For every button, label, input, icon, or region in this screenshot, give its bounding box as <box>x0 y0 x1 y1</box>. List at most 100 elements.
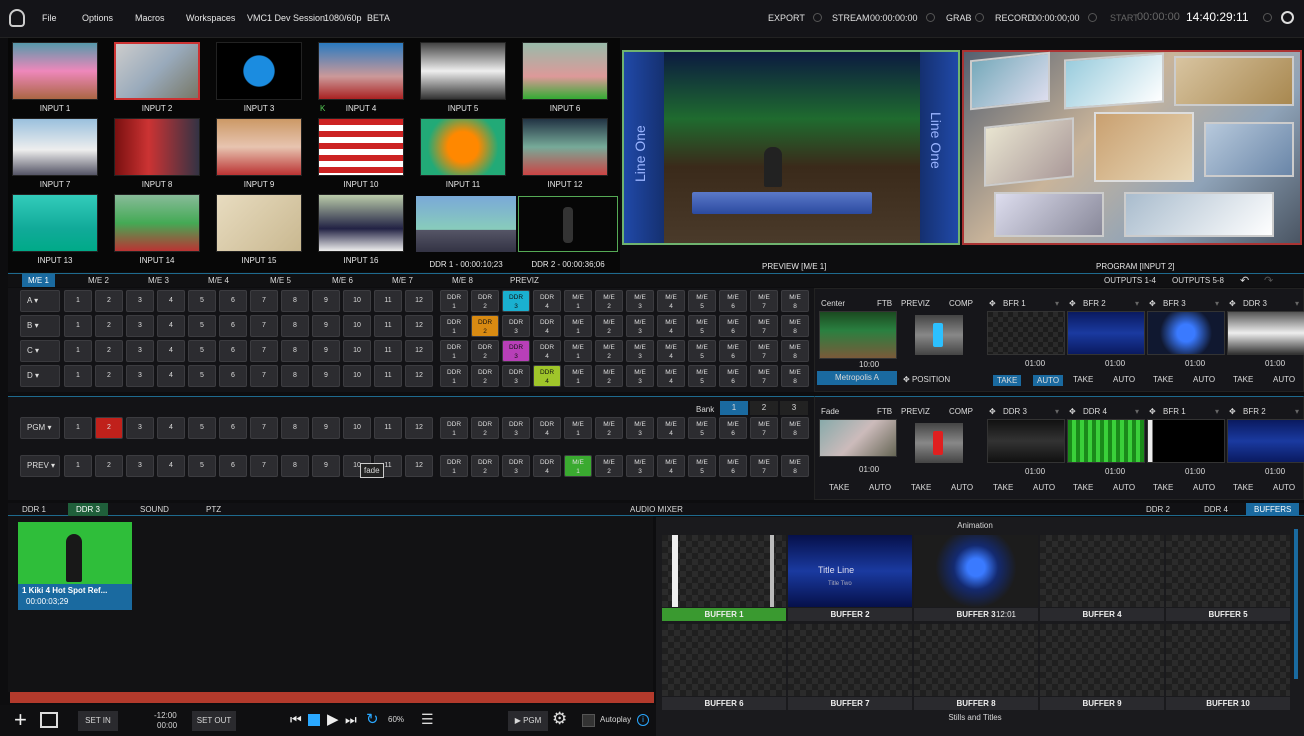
buffer-8-label[interactable]: BUFFER 8 <box>914 697 1038 710</box>
row-a-me-1[interactable]: M/E 1 <box>564 290 592 312</box>
row-a-ddr-2[interactable]: DDR 2 <box>471 290 499 312</box>
row-d-input-12[interactable]: 12 <box>405 365 433 387</box>
bfr-bot-channel-3[interactable]: BFR 1 <box>1163 407 1186 416</box>
bfr-top-channel-4[interactable]: DDR 3 <box>1243 299 1267 308</box>
buffer-3-label[interactable]: BUFFER 3 12:01 <box>914 608 1038 621</box>
row-a-ddr-3[interactable]: DDR 3 <box>502 290 530 312</box>
row-d-input-2[interactable]: 2 <box>95 365 123 387</box>
prev-ddr-4[interactable]: DDR 4 <box>533 455 561 477</box>
stream-button[interactable]: STREAM <box>832 13 870 23</box>
buffer-6-thumb[interactable] <box>662 624 786 696</box>
row-b-input-10[interactable]: 10 <box>343 315 371 337</box>
to-pgm-button[interactable]: ▶ PGM <box>508 711 548 731</box>
autoplay-checkbox[interactable] <box>582 714 595 727</box>
prev-me-6[interactable]: M/E 6 <box>719 455 747 477</box>
row-b-input-2[interactable]: 2 <box>95 315 123 337</box>
row-a-input-12[interactable]: 12 <box>405 290 433 312</box>
row-d-me-7[interactable]: M/E 7 <box>750 365 778 387</box>
bfr-bot-thumb-4[interactable] <box>1227 419 1304 463</box>
main-previz-button[interactable]: PREVIZ <box>901 407 930 416</box>
bfr-top-take-1[interactable]: TAKE <box>993 375 1022 386</box>
pgm-input-9[interactable]: 9 <box>312 417 340 439</box>
main-auto2-button[interactable]: AUTO <box>951 483 973 492</box>
bfr-top-take-4[interactable]: TAKE <box>1233 375 1253 384</box>
row-b-ddr-3[interactable]: DDR 3 <box>502 315 530 337</box>
buffer-5-label[interactable]: BUFFER 5 <box>1166 608 1290 621</box>
input-6-thumb[interactable] <box>522 42 608 100</box>
move-icon[interactable]: ✥ <box>989 299 996 308</box>
buffer-6-label[interactable]: BUFFER 6 <box>662 697 786 710</box>
bfr-top-time-3[interactable]: 01:00 <box>1185 359 1205 368</box>
prev-input-4[interactable]: 4 <box>157 455 185 477</box>
main-mode[interactable]: Fade <box>821 407 839 416</box>
row-a-me-3[interactable]: M/E 3 <box>626 290 654 312</box>
row-d-me-4[interactable]: M/E 4 <box>657 365 685 387</box>
main-transition-thumb[interactable] <box>819 419 897 457</box>
tab-ddr2[interactable]: DDR 2 <box>1146 505 1170 514</box>
prev-ddr-1[interactable]: DDR 1 <box>440 455 468 477</box>
buffer-1-label[interactable]: BUFFER 1 <box>662 608 786 621</box>
bfr-top-thumb-3[interactable] <box>1147 311 1225 355</box>
input-14-thumb[interactable] <box>114 194 200 252</box>
main-ftb-button[interactable]: FTB <box>877 407 892 416</box>
row-d-ddr-4[interactable]: DDR 4 <box>533 365 561 387</box>
bfr-top-time-1[interactable]: 01:00 <box>1025 359 1045 368</box>
chevron-down-icon[interactable]: ▾ <box>1295 407 1299 416</box>
row-c-me-4[interactable]: M/E 4 <box>657 340 685 362</box>
pgm-input-1[interactable]: 1 <box>64 417 92 439</box>
bfr-bot-channel-4[interactable]: BFR 2 <box>1243 407 1266 416</box>
row-c-input-5[interactable]: 5 <box>188 340 216 362</box>
row-c-ddr-3[interactable]: DDR 3 <box>502 340 530 362</box>
row-b-me-6[interactable]: M/E 6 <box>719 315 747 337</box>
row-b-me-7[interactable]: M/E 7 <box>750 315 778 337</box>
buffer-1-thumb[interactable] <box>662 535 786 607</box>
buffer-9-thumb[interactable] <box>1040 624 1164 696</box>
row-b-me-1[interactable]: M/E 1 <box>564 315 592 337</box>
bank-3-button[interactable]: 3 <box>780 401 808 415</box>
row-c-ddr-2[interactable]: DDR 2 <box>471 340 499 362</box>
menu-file[interactable]: File <box>42 13 57 23</box>
row-d-me-6[interactable]: M/E 6 <box>719 365 747 387</box>
row-c-input-7[interactable]: 7 <box>250 340 278 362</box>
bfr-top-thumb-2[interactable] <box>1067 311 1145 355</box>
pgm-input-10[interactable]: 10 <box>343 417 371 439</box>
bfr-top-channel-1[interactable]: BFR 1 <box>1003 299 1026 308</box>
chevron-down-icon[interactable]: ▾ <box>1135 407 1139 416</box>
bfr-top-thumb-1[interactable] <box>987 311 1065 355</box>
buffer-7-thumb[interactable] <box>788 624 912 696</box>
row-a-me-8[interactable]: M/E 8 <box>781 290 809 312</box>
app-logo-icon[interactable] <box>9 9 25 27</box>
set-out-button[interactable]: SET OUT <box>192 711 236 731</box>
input-8-thumb[interactable] <box>114 118 200 176</box>
prev-input-3[interactable]: 3 <box>126 455 154 477</box>
input-2-thumb[interactable] <box>114 42 200 100</box>
row-a-me-2[interactable]: M/E 2 <box>595 290 623 312</box>
tab-me-6[interactable]: M/E 6 <box>332 276 353 285</box>
move-icon[interactable]: ✥ <box>1149 407 1156 416</box>
row-b-ddr-2[interactable]: DDR 2 <box>471 315 499 337</box>
row-c-me-8[interactable]: M/E 8 <box>781 340 809 362</box>
bank-1-button[interactable]: 1 <box>720 401 748 415</box>
pgm-input-3[interactable]: 3 <box>126 417 154 439</box>
row-a-input-2[interactable]: 2 <box>95 290 123 312</box>
row-b-source-selector[interactable]: B ▾ <box>20 315 60 337</box>
bfr-top-auto-3[interactable]: AUTO <box>1193 375 1215 384</box>
row-b-input-5[interactable]: 5 <box>188 315 216 337</box>
input-13-thumb[interactable] <box>12 194 98 252</box>
pgm-ddr-3[interactable]: DDR 3 <box>502 417 530 439</box>
tab-ddr1[interactable]: DDR 1 <box>22 505 46 514</box>
input-10-thumb[interactable] <box>318 118 404 176</box>
prev-input-9[interactable]: 9 <box>312 455 340 477</box>
input-15-thumb[interactable] <box>216 194 302 252</box>
row-d-input-3[interactable]: 3 <box>126 365 154 387</box>
redo-icon[interactable]: ↷ <box>1264 274 1273 287</box>
row-b-input-6[interactable]: 6 <box>219 315 247 337</box>
tab-ddr4[interactable]: DDR 4 <box>1204 505 1228 514</box>
move-icon[interactable]: ✥ <box>989 407 996 416</box>
input-3-thumb[interactable] <box>216 42 302 100</box>
row-b-input-3[interactable]: 3 <box>126 315 154 337</box>
pgm-input-12[interactable]: 12 <box>405 417 433 439</box>
chevron-down-icon[interactable]: ▾ <box>1055 407 1059 416</box>
bfr-bot-thumb-2[interactable] <box>1067 419 1145 463</box>
row-b-input-9[interactable]: 9 <box>312 315 340 337</box>
